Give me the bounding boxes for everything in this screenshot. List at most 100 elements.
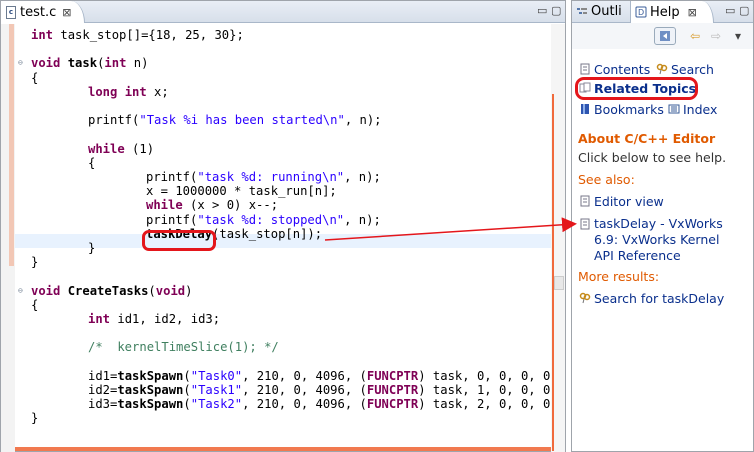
code-token: int <box>88 312 111 326</box>
search-link[interactable]: Search <box>656 62 714 77</box>
code-token: ( <box>148 283 156 298</box>
back-icon[interactable]: ⇦ <box>690 29 700 43</box>
bookmarks-label: Bookmarks <box>594 102 664 117</box>
editor-tab-bar: c test.c ⊠ ▭ ▢ <box>1 1 565 23</box>
about-text: Click below to see help. <box>578 150 727 165</box>
code-area[interactable]: int task_stop[]={18, 25, 30}; ⊖ void task(… <box>15 24 558 451</box>
index-link[interactable]: Index <box>668 102 717 117</box>
overview-ruler[interactable] <box>551 24 565 452</box>
help-view: Outli D Help ⊠ ▭ ▢ ⇦ ⇨ ▾ Contents Search… <box>571 0 754 452</box>
code-token: { <box>88 155 96 170</box>
forward-icon[interactable]: ⇨ <box>711 29 721 43</box>
index-label: Index <box>683 102 718 117</box>
code-token: taskSpawn <box>117 383 184 397</box>
help-book-icon: D <box>635 6 647 18</box>
reference-line-3: API Reference <box>594 248 681 263</box>
code-token: long <box>88 84 118 99</box>
code-token: n) <box>126 56 149 71</box>
fold-icon[interactable]: ⊖ <box>18 58 27 67</box>
code-token: FUNCPTR <box>366 368 419 383</box>
code-line[interactable]: void CreateTasks(void) <box>31 284 192 298</box>
code-token: (1) <box>124 141 155 156</box>
code-line[interactable]: printf("task %d: running\n", n); <box>146 170 381 184</box>
code-line[interactable]: void task(int n) <box>31 56 148 70</box>
code-token: } <box>88 241 96 255</box>
code-line[interactable]: } <box>88 241 95 255</box>
scroll-thumb[interactable] <box>554 276 564 290</box>
code-token: taskSpawn <box>117 397 184 412</box>
code-line[interactable]: } <box>31 411 38 425</box>
code-token: while <box>88 141 125 156</box>
code-line[interactable]: printf("task %d: stopped\n", n); <box>146 213 381 227</box>
code-token: ) task, 1, 0, 0, 0, <box>418 383 558 397</box>
code-token: FUNCPTR <box>366 397 419 412</box>
c-file-icon: c <box>6 5 16 19</box>
code-token: "Task2" <box>190 397 243 412</box>
tab-outline-label: Outli <box>591 4 622 19</box>
search-for-link[interactable]: Search for taskDelay <box>579 291 724 306</box>
code-token: printf( <box>146 212 198 227</box>
tab-test-c[interactable]: c test.c ⊠ <box>1 1 85 23</box>
code-line[interactable]: id3=taskSpawn("Task2", 210, 0, 4096, (FU… <box>88 397 558 411</box>
maximize-icon[interactable]: ▢ <box>551 4 561 17</box>
code-line[interactable]: int task_stop[]={18, 25, 30}; <box>31 28 244 42</box>
close-icon[interactable]: ⊠ <box>688 6 697 19</box>
code-token: printf( <box>146 170 198 184</box>
maximize-icon[interactable]: ▢ <box>739 4 749 17</box>
code-token: , 210, 0, 4096, ( <box>242 383 367 397</box>
code-line[interactable]: } <box>31 255 38 269</box>
minimize-icon[interactable]: ▭ <box>725 4 735 17</box>
code-line[interactable]: id1=taskSpawn("Task0", 210, 0, 4096, (FU… <box>88 369 558 383</box>
code-token: "task %d: running\n" <box>197 170 345 184</box>
code-token: task_stop[]={18, 25, 30}; <box>53 28 244 42</box>
minimize-icon[interactable]: ▭ <box>537 4 547 17</box>
code-token: while <box>146 198 183 213</box>
about-heading: About C/C++ Editor <box>578 131 716 146</box>
show-in-contents-button[interactable] <box>654 27 676 45</box>
code-token: printf( <box>88 113 140 128</box>
code-token: int <box>124 84 147 99</box>
view-menu-icon[interactable]: ▾ <box>735 29 741 43</box>
code-line[interactable]: /* kernelTimeSlice(1); */ <box>88 340 279 354</box>
tab-help[interactable]: D Help ⊠ <box>630 1 714 23</box>
code-token: "task %d: stopped\n" <box>197 212 345 227</box>
editor-view-label: Editor view <box>594 194 664 209</box>
taskdelay-reference-link[interactable]: taskDelay - VxWorks 6.9: VxWorks Kernel … <box>579 216 723 264</box>
code-line[interactable]: long int x; <box>88 85 169 99</box>
tab-outline[interactable]: Outli <box>576 4 622 19</box>
tab-help-label: Help <box>650 4 680 20</box>
close-icon[interactable]: ⊠ <box>62 6 71 19</box>
code-token: void <box>31 56 61 71</box>
code-line[interactable]: while (1) <box>88 142 154 156</box>
code-line[interactable]: int id1, id2, id3; <box>88 312 220 326</box>
search-for-label: Search for taskDelay <box>594 291 725 306</box>
help-toolbar: ⇦ ⇨ ▾ <box>572 23 753 49</box>
code-line[interactable]: while (x > 0) x--; <box>146 198 278 212</box>
code-token: , n); <box>344 113 382 128</box>
code-line[interactable]: x = 1000000 * task_run[n]; <box>146 184 337 198</box>
fold-icon[interactable]: ⊖ <box>18 286 27 295</box>
code-line[interactable]: { <box>31 71 38 85</box>
contents-link[interactable]: Contents <box>579 62 650 77</box>
code-line[interactable]: { <box>88 156 95 170</box>
editor-view-link[interactable]: Editor view <box>579 194 664 209</box>
code-token: { <box>31 297 39 312</box>
bookmarks-link[interactable]: Bookmarks <box>579 102 664 117</box>
code-token: /* kernelTimeSlice(1); */ <box>88 340 279 355</box>
change-indicator <box>9 24 14 266</box>
code-token: id1= <box>88 368 118 383</box>
tab-title: test.c <box>20 4 57 20</box>
code-token: (task_stop[n]); <box>212 226 323 241</box>
code-token: , n); <box>344 212 381 227</box>
code-line[interactable]: { <box>31 298 38 312</box>
svg-text:D: D <box>638 8 644 17</box>
topic-icon <box>580 218 590 230</box>
editor-pane: c test.c ⊠ ▭ ▢ int task_stop[]={18, 25, … <box>0 0 566 452</box>
bookmarks-icon <box>581 104 589 114</box>
outline-icon <box>577 7 587 14</box>
code-line[interactable]: id2=taskSpawn("Task1", 210, 0, 4096, (FU… <box>88 383 558 397</box>
code-token: id3= <box>88 397 118 412</box>
code-token: FUNCPTR <box>366 383 419 397</box>
code-line[interactable]: printf("Task %i has been started\n", n); <box>88 113 382 127</box>
